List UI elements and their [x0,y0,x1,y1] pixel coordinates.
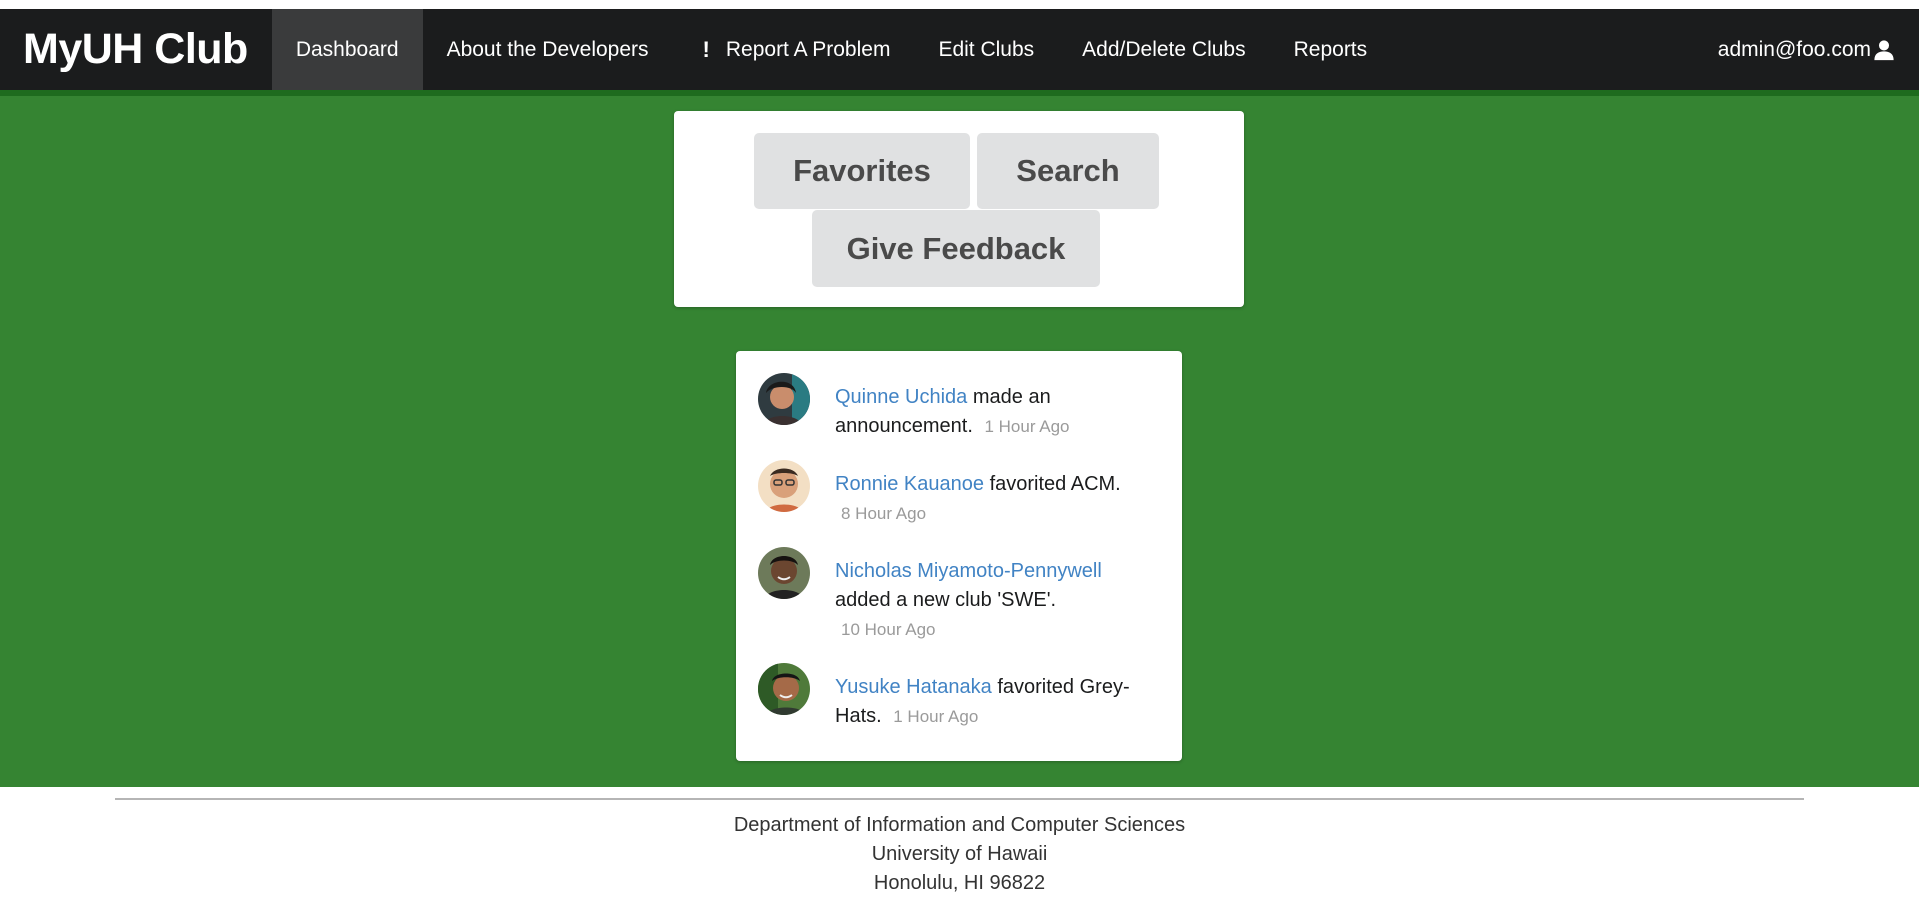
footer-divider [115,798,1804,800]
user-icon [1874,39,1894,60]
feed-item: Ronnie Kauanoe favorited ACM. 8 Hour Ago [758,460,1168,540]
exclamation-icon: ! [702,36,710,62]
feed-user-link[interactable]: Nicholas Miyamoto-Pennywell [835,560,1102,582]
top-navbar: MyUH Club Dashboard About the Developers… [0,9,1919,96]
feed-action: favorited ACM. [989,473,1121,495]
feed-user-link[interactable]: Yusuke Hatanaka [835,676,992,698]
footer-address: Honolulu, HI 96822 [873,872,1046,894]
nav-report-problem-label: Report A Problem [725,37,891,61]
avatar [758,460,810,512]
page-footer: Department of Information and Computer S… [0,780,1919,898]
avatar [758,373,810,425]
nav-dashboard[interactable]: Dashboard [271,9,423,90]
nav-about-developers-label: About the Developers [446,37,649,61]
feed-item: Yusuke Hatanaka favorited Grey-Hats. 1 H… [758,663,1168,743]
nav-edit-clubs[interactable]: Edit Clubs [914,9,1058,90]
feed-action: added a new club 'SWE'. [835,589,1057,611]
brand-logo[interactable]: MyUH Club [0,9,272,90]
feed-user-link[interactable]: Quinne Uchida [835,386,967,408]
avatar [758,547,810,599]
search-button[interactable]: Search [977,133,1159,209]
feed-item: Quinne Uchida made an announcement. 1 Ho… [758,373,1168,453]
avatar [758,663,810,715]
footer-department: Department of Information and Computer S… [733,814,1186,836]
nav-about-developers[interactable]: About the Developers [423,9,673,90]
nav-reports-label: Reports [1293,37,1368,61]
nav-dashboard-label: Dashboard [295,37,399,61]
actions-card: Favorites Search Give Feedback [674,111,1244,307]
feed-date: 8 Hour Ago [841,504,927,523]
user-menu[interactable]: admin@foo.com [1718,9,1919,90]
favorites-button[interactable]: Favorites [754,133,970,209]
feed-date: 10 Hour Ago [841,620,936,639]
top-strip [0,0,1919,9]
feed-user-link[interactable]: Ronnie Kauanoe [835,473,984,495]
nav-add-delete-clubs[interactable]: Add/Delete Clubs [1058,9,1269,90]
feed-date: 1 Hour Ago [984,417,1070,436]
nav-report-problem[interactable]: ! Report A Problem [673,9,915,90]
nav-add-delete-clubs-label: Add/Delete Clubs [1082,37,1246,61]
activity-feed: Quinne Uchida made an announcement. 1 Ho… [736,351,1182,761]
feed-item: Nicholas Miyamoto-Pennywell added a new … [758,547,1168,657]
footer-university: University of Hawaii [871,843,1048,865]
give-feedback-button[interactable]: Give Feedback [812,210,1100,287]
nav-reports[interactable]: Reports [1270,9,1392,90]
feed-date: 1 Hour Ago [893,707,979,726]
nav-edit-clubs-label: Edit Clubs [938,37,1035,61]
user-email: admin@foo.com [1717,37,1871,61]
dashboard-main: Favorites Search Give Feedback Quinne Uc… [0,96,1919,787]
